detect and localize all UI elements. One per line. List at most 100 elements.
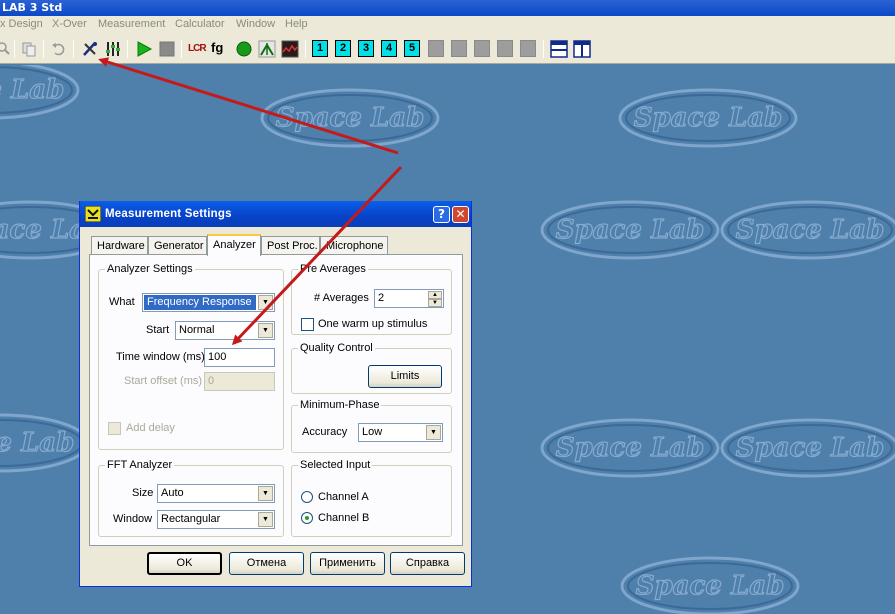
mixer-icon[interactable] bbox=[104, 40, 122, 58]
averages-value: 2 bbox=[378, 292, 385, 304]
what-value: Frequency Response bbox=[144, 295, 256, 310]
window-select[interactable]: Rectangular ▼ bbox=[157, 510, 275, 529]
preset-1-button[interactable]: 1 bbox=[312, 40, 328, 57]
close-icon[interactable]: ✕ bbox=[452, 206, 469, 223]
time-window-label: Time window (ms) bbox=[116, 351, 205, 363]
analyzer-settings-group: Analyzer Settings What Frequency Respons… bbox=[98, 263, 284, 450]
tab-post-proc[interactable]: Post Proc. bbox=[261, 236, 320, 255]
chevron-down-icon[interactable]: ▼ bbox=[426, 425, 441, 440]
group-title: Pre Averages bbox=[300, 263, 366, 275]
menu-item-help[interactable]: Help bbox=[285, 18, 308, 30]
toolbar-separator bbox=[305, 40, 306, 58]
group-title: FFT Analyzer bbox=[107, 459, 173, 471]
find-icon[interactable] bbox=[0, 40, 12, 58]
toolbar-separator bbox=[43, 40, 44, 58]
tab-microphone[interactable]: Microphone bbox=[320, 236, 388, 255]
start-offset-label: Start offset (ms) bbox=[124, 375, 203, 387]
time-window-input[interactable]: 100 bbox=[204, 348, 275, 367]
accuracy-value: Low bbox=[362, 426, 383, 438]
fg-icon[interactable]: fg bbox=[211, 40, 229, 58]
toolbar-separator bbox=[14, 40, 15, 58]
limits-button[interactable]: Limits bbox=[368, 365, 442, 388]
copy-icon[interactable] bbox=[20, 40, 38, 58]
preset-disabled-button bbox=[520, 40, 536, 57]
cancel-button[interactable]: Отмена bbox=[229, 552, 304, 575]
size-label: Size bbox=[132, 487, 154, 499]
chevron-down-icon[interactable]: ▼ bbox=[258, 295, 273, 310]
channel-a-radio[interactable] bbox=[301, 491, 313, 503]
dialog-title: Measurement Settings bbox=[105, 208, 232, 220]
menu-item-window[interactable]: Window bbox=[236, 18, 275, 30]
warmup-label: One warm up stimulus bbox=[318, 318, 428, 330]
preset-3-button[interactable]: 3 bbox=[358, 40, 374, 57]
start-value: Normal bbox=[179, 324, 215, 336]
chevron-down-icon[interactable]: ▼ bbox=[258, 486, 273, 501]
window-label: Window bbox=[113, 513, 153, 525]
preset-disabled-button bbox=[451, 40, 467, 57]
channel-a-label: Channel A bbox=[318, 491, 369, 503]
size-select[interactable]: Auto ▼ bbox=[157, 484, 275, 503]
toolbar-separator bbox=[543, 40, 544, 58]
measurement-settings-icon[interactable] bbox=[81, 40, 99, 58]
menu-item-design[interactable]: x Design bbox=[0, 18, 43, 30]
preset-disabled-button bbox=[474, 40, 490, 57]
menu-bar: x Design X-Over Measurement Calculator W… bbox=[0, 16, 895, 34]
averages-input[interactable]: 2 ▲ ▼ bbox=[374, 289, 444, 308]
circle-green-icon[interactable] bbox=[235, 40, 253, 58]
group-title: Minimum-Phase bbox=[300, 399, 380, 411]
toolbar: LCR fg 1 2 3 4 5 bbox=[0, 34, 895, 64]
preset-4-button[interactable]: 4 bbox=[381, 40, 397, 57]
channel-b-label: Channel B bbox=[318, 512, 370, 524]
menu-item-xover[interactable]: X-Over bbox=[52, 18, 87, 30]
apply-button[interactable]: Применить bbox=[310, 552, 385, 575]
app-title-bar: LAB 3 Std bbox=[0, 0, 895, 16]
menu-item-calculator[interactable]: Calculator bbox=[175, 18, 225, 30]
channel-b-radio[interactable] bbox=[301, 512, 313, 524]
toolbar-separator bbox=[73, 40, 74, 58]
what-label: What bbox=[109, 296, 135, 308]
phase-plot-icon[interactable] bbox=[258, 40, 276, 58]
preset-2-button[interactable]: 2 bbox=[335, 40, 351, 57]
preset-disabled-button bbox=[497, 40, 513, 57]
pre-averages-group: Pre Averages # Averages 2 ▲ ▼ One warm u… bbox=[291, 263, 452, 335]
help-icon[interactable]: ? bbox=[433, 206, 450, 223]
lcr-icon[interactable]: LCR bbox=[188, 40, 207, 58]
spectrum-plot-icon[interactable] bbox=[281, 40, 299, 58]
toolbar-separator bbox=[127, 40, 128, 58]
dialog-title-bar[interactable]: Measurement Settings ? ✕ bbox=[80, 201, 471, 227]
spin-down-icon[interactable]: ▼ bbox=[428, 299, 442, 307]
toolbar-separator bbox=[181, 40, 182, 58]
spin-up-icon[interactable]: ▲ bbox=[428, 291, 442, 299]
ok-button[interactable]: OK bbox=[147, 552, 222, 575]
minimum-phase-group: Minimum-Phase Accuracy Low ▼ bbox=[291, 399, 452, 453]
averages-label: # Averages bbox=[314, 292, 369, 304]
measurement-settings-dialog: Measurement Settings ? ✕ Hardware Genera… bbox=[79, 201, 472, 587]
tab-hardware[interactable]: Hardware bbox=[91, 236, 148, 255]
fft-analyzer-group: FFT Analyzer Size Auto ▼ Window Rectangu… bbox=[98, 459, 284, 537]
warmup-checkbox[interactable] bbox=[301, 318, 314, 331]
add-delay-checkbox bbox=[108, 422, 121, 435]
undo-icon[interactable] bbox=[50, 40, 68, 58]
what-select[interactable]: Frequency Response ▼ bbox=[142, 293, 275, 312]
menu-item-measurement[interactable]: Measurement bbox=[98, 18, 165, 30]
app-logo-icon bbox=[85, 206, 101, 222]
group-title: Selected Input bbox=[300, 459, 371, 471]
play-icon[interactable] bbox=[135, 40, 153, 58]
start-offset-input: 0 bbox=[204, 372, 275, 391]
preset-disabled-button bbox=[428, 40, 444, 57]
group-title: Analyzer Settings bbox=[107, 263, 193, 275]
tab-generator[interactable]: Generator bbox=[148, 236, 207, 255]
start-select[interactable]: Normal ▼ bbox=[175, 321, 275, 340]
tile-vertical-icon[interactable] bbox=[573, 40, 591, 58]
preset-5-button[interactable]: 5 bbox=[404, 40, 420, 57]
help-button[interactable]: Справка bbox=[390, 552, 465, 575]
accuracy-label: Accuracy bbox=[302, 426, 348, 438]
tab-analyzer[interactable]: Analyzer bbox=[207, 234, 261, 256]
app-title: LAB 3 Std bbox=[2, 1, 63, 14]
tile-horizontal-icon[interactable] bbox=[550, 40, 568, 58]
selected-input-group: Selected Input Channel A Channel B bbox=[291, 459, 452, 537]
chevron-down-icon[interactable]: ▼ bbox=[258, 512, 273, 527]
stop-icon[interactable] bbox=[158, 40, 176, 58]
chevron-down-icon[interactable]: ▼ bbox=[258, 323, 273, 338]
accuracy-select[interactable]: Low ▼ bbox=[358, 423, 443, 442]
